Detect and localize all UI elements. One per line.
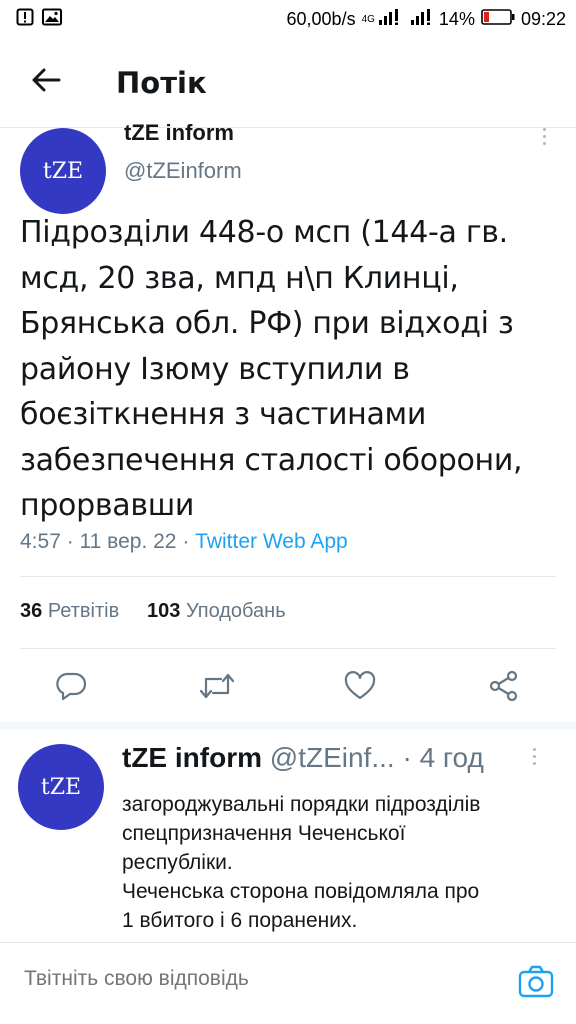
like-icon: [344, 670, 376, 706]
tweet-text-line: мсд, 20 зва, мпд н\п Клинці,: [20, 260, 459, 296]
main-tweet: tZE tZE inform @tZEinform: [0, 118, 576, 214]
divider: [20, 576, 556, 577]
tweet-stats: 36 Ретвітів 103 Уподобань: [20, 600, 286, 623]
battery-icon: [481, 8, 515, 30]
reply-text: загороджувальні порядки підрозділів спец…: [122, 790, 552, 935]
reply-tweet[interactable]: tZE tZE inform @tZEinf... · 4 год загоро…: [0, 730, 576, 942]
like-button[interactable]: [336, 664, 384, 712]
tweet-text: Підрозділи 448-о мсп (144-а гв. мсд, 20 …: [20, 210, 560, 529]
page-title: Потік: [116, 65, 207, 100]
reply-author-handle[interactable]: @tZEinf...: [270, 742, 395, 773]
reply-more-options-button[interactable]: [533, 748, 536, 765]
divider: [20, 648, 556, 649]
reply-text-line: спецпризначення Чеченської: [122, 822, 406, 845]
signal-icon: [378, 8, 405, 30]
retweet-icon: [199, 672, 235, 705]
likes-label: Уподобань: [185, 600, 286, 622]
retweets-count: 36: [20, 600, 43, 622]
clock: 09:22: [520, 8, 566, 29]
reply-text-line: загороджувальні порядки підрозділів: [122, 793, 481, 816]
retweets-stat[interactable]: 36 Ретвітів: [20, 600, 125, 622]
reply-text-line: Чеченська сторона повідомляла про: [122, 880, 480, 903]
likes-stat[interactable]: 103 Уподобань: [147, 600, 286, 622]
tweet-meta: 4:57 · 11 вер. 22 · Twitter Web App: [20, 530, 348, 553]
image-icon: [42, 8, 62, 31]
retweet-button[interactable]: [193, 664, 241, 712]
section-separator: [0, 722, 576, 730]
camera-icon: [518, 965, 554, 1003]
signal-icon: [410, 8, 433, 30]
reply-composer: [0, 942, 576, 1024]
tweet-text-line: Підрозділи 448-о мсп (144-а гв.: [20, 215, 508, 250]
reply-text-line: 1 вбитого і 6 поранених.: [122, 909, 358, 932]
app-header: Потік: [0, 38, 576, 128]
reply-author-name[interactable]: tZE inform: [122, 742, 262, 773]
likes-count: 103: [147, 600, 181, 622]
author-handle[interactable]: @tZEinform: [124, 158, 242, 184]
status-bar: 60,00b/s 4G 14% 09:22: [0, 0, 576, 38]
alert-icon: [16, 8, 34, 31]
retweets-label: Ретвітів: [47, 600, 120, 622]
more-options-button[interactable]: [538, 128, 550, 145]
tweet-actions: [0, 664, 576, 712]
tweet-text-line: Брянська обл. РФ) при відході з: [20, 306, 514, 341]
camera-button[interactable]: [518, 965, 554, 1001]
battery-percent: 14%: [438, 8, 475, 29]
avatar[interactable]: tZE: [20, 128, 106, 214]
reply-time-ago: 4 год: [419, 742, 484, 773]
avatar-text: tZE: [40, 774, 82, 800]
network-speed: 60,00b/s: [286, 8, 356, 29]
tweet-text-line: прорвавши: [20, 488, 195, 523]
share-icon: [488, 670, 520, 706]
tweet-source-link[interactable]: Twitter Web App: [195, 530, 348, 553]
tweet-text-line: боєзіткнення з частинами: [20, 397, 427, 432]
back-button[interactable]: [18, 55, 74, 111]
more-vertical-icon: [542, 128, 546, 145]
reply-input[interactable]: [24, 967, 494, 991]
tweet-date: 11 вер. 22: [79, 530, 177, 553]
author-name[interactable]: tZE inform: [124, 120, 234, 146]
back-arrow-icon: [31, 68, 61, 97]
avatar-text: tZE: [42, 158, 84, 184]
reply-text-line: республіки.: [122, 851, 233, 874]
reply-icon: [55, 671, 87, 706]
reply-button[interactable]: [47, 664, 95, 712]
tweet-text-line: району Ізюму вступили в: [20, 351, 410, 387]
share-button[interactable]: [480, 664, 528, 712]
tweet-text-line: забезпечення сталості оборони,: [20, 442, 523, 478]
tweet-author-row: tZE tZE inform @tZEinform: [0, 118, 576, 214]
avatar[interactable]: tZE: [18, 744, 104, 830]
reply-header: tZE inform @tZEinf... · 4 год: [122, 742, 484, 773]
more-vertical-icon: [533, 748, 536, 765]
tweet-time: 4:57: [20, 530, 61, 553]
network-type: 4G: [361, 13, 375, 25]
